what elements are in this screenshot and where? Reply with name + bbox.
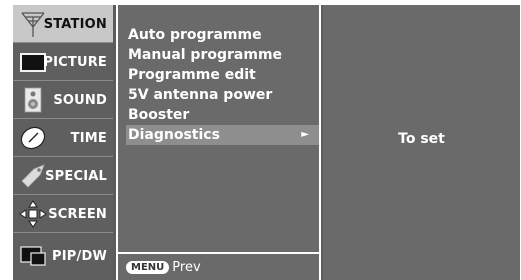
menu-item-manual-programme[interactable]: Manual programme — [126, 45, 319, 65]
tab-pip-dw[interactable]: PIP/DW — [13, 233, 113, 280]
pip-icon — [17, 240, 49, 272]
tab-station[interactable]: STATION — [13, 5, 113, 43]
menu-item-label: Auto programme — [128, 27, 262, 43]
station-menu-panel: Auto programme Manual programme Programm… — [116, 5, 321, 280]
speaker-icon — [17, 84, 49, 116]
submenu-arrow-icon: ► — [301, 129, 309, 140]
tab-special[interactable]: SPECIAL — [13, 157, 113, 195]
menu-item-5v-antenna-power[interactable]: 5V antenna power — [126, 85, 319, 105]
menu-item-diagnostics[interactable]: Diagnostics ► — [126, 125, 319, 145]
menu-item-programme-edit[interactable]: Programme edit — [126, 65, 319, 85]
menu-key-badge[interactable]: MENU — [126, 260, 170, 274]
menu-footer: MENU Prev — [118, 252, 319, 280]
to-set-text: To set — [398, 131, 445, 147]
tab-label: SOUND — [53, 92, 107, 108]
screen-arrows-icon — [17, 198, 49, 230]
tab-label: PIP/DW — [52, 249, 107, 264]
clock-icon — [17, 122, 49, 154]
tab-label: SPECIAL — [45, 168, 107, 184]
detail-panel: To set — [323, 5, 520, 280]
tab-label: PICTURE — [43, 54, 107, 70]
prev-label: Prev — [172, 259, 201, 275]
tab-time[interactable]: TIME — [13, 119, 113, 157]
tab-label: STATION — [43, 16, 107, 32]
menu-item-auto-programme[interactable]: Auto programme — [126, 25, 319, 45]
menu-list: Auto programme Manual programme Programm… — [126, 25, 319, 145]
category-sidebar: STATION PICTURE SOUND TIME SPECIAL SCREE… — [13, 5, 113, 280]
menu-item-label: Programme edit — [128, 67, 256, 83]
tab-label: TIME — [70, 130, 107, 146]
menu-item-label: 5V antenna power — [128, 87, 273, 103]
menu-item-label: Manual programme — [128, 47, 283, 63]
tab-label: SCREEN — [48, 206, 107, 222]
tab-sound[interactable]: SOUND — [13, 81, 113, 119]
tab-screen[interactable]: SCREEN — [13, 195, 113, 233]
menu-item-label: Diagnostics — [128, 127, 220, 143]
menu-item-label: Booster — [128, 107, 190, 123]
tv-osd-menu: STATION PICTURE SOUND TIME SPECIAL SCREE… — [13, 5, 520, 280]
tab-picture[interactable]: PICTURE — [13, 43, 113, 81]
menu-item-booster[interactable]: Booster — [126, 105, 319, 125]
